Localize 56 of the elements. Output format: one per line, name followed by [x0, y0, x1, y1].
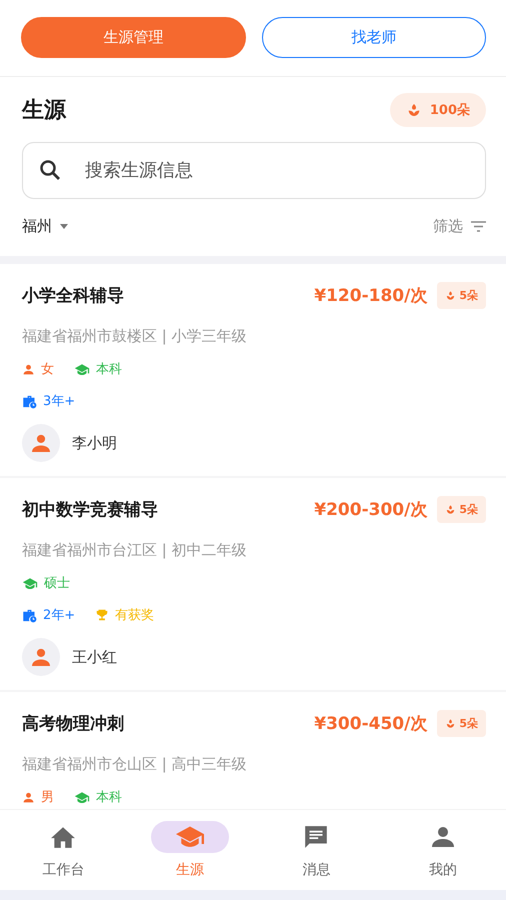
nav-tab[interactable]: 工作台: [0, 810, 126, 890]
graduation-cap-icon: [22, 576, 38, 590]
student-name: 王小红: [72, 648, 117, 666]
person-icon: [22, 790, 35, 804]
tag-text: 有获奖: [115, 607, 154, 624]
flower-cost: 5朵: [459, 716, 478, 731]
graduation-cap-icon: [176, 825, 204, 849]
flower-count: 100朵: [430, 102, 470, 119]
card-title: 初中数学竞赛辅导: [22, 499, 159, 521]
filter-button[interactable]: 筛选: [433, 217, 486, 236]
message-icon: [303, 824, 330, 850]
tag-text: 男: [41, 789, 54, 806]
flower-icon: [445, 504, 456, 515]
student-card[interactable]: 小学全科辅导 ¥120-180/次 5朵 福建省福州市鼓楼区 | 小学三年级 女 本科 3年+ 李小明: [0, 264, 506, 478]
flower-icon: [406, 102, 422, 118]
flower-icon: [445, 290, 456, 301]
filter-icon: [471, 221, 486, 232]
nav-tab[interactable]: 消息: [253, 810, 380, 890]
person-icon: [31, 648, 51, 666]
caret-icon: [60, 224, 68, 229]
card-title: 高考物理冲刺: [22, 713, 125, 735]
city-dropdown[interactable]: 福州: [22, 217, 68, 236]
tab[interactable]: 找老师: [262, 17, 486, 58]
price: ¥300-450/次: [314, 713, 428, 735]
student-name: 李小明: [72, 434, 117, 452]
flower-cost: 5朵: [459, 288, 478, 303]
search-field[interactable]: 搜索生源信息: [22, 142, 486, 199]
home-icon: [50, 825, 76, 849]
tab[interactable]: 生源管理: [21, 17, 246, 58]
search-icon: [38, 158, 62, 182]
location-text: 福建省福州市鼓楼区 | 小学三年级: [22, 327, 248, 346]
card-title: 小学全科辅导: [22, 285, 125, 307]
graduation-cap-icon: [74, 362, 90, 376]
location-text: 福建省福州市仓山区 | 高中三年级: [22, 755, 248, 774]
price: ¥120-180/次: [314, 285, 428, 307]
flower-icon: [445, 718, 456, 729]
briefcase-clock-icon: [22, 394, 37, 408]
tag-text: 本科: [96, 361, 122, 378]
briefcase-clock-icon: [22, 608, 37, 622]
tag-text: 硕士: [44, 575, 70, 592]
graduation-cap-icon: [74, 790, 90, 804]
tag-text: 3年+: [43, 393, 76, 410]
location-text: 福建省福州市台江区 | 初中二年级: [22, 541, 248, 560]
page-title: 生源: [22, 97, 66, 125]
price: ¥200-300/次: [314, 499, 428, 521]
tag-text: 女: [41, 361, 54, 378]
student-card[interactable]: 初中数学竞赛辅导 ¥200-300/次 5朵 福建省福州市台江区 | 初中二年级 硕士 2年+ 有获奖 王小红: [0, 478, 506, 692]
tag-text: 本科: [96, 789, 122, 806]
trophy-icon: [95, 608, 110, 622]
nav-tab[interactable]: 我的: [380, 810, 506, 890]
person-icon: [31, 434, 51, 452]
person-icon: [430, 825, 455, 849]
flower-cost: 5朵: [459, 502, 478, 517]
tag-text: 2年+: [43, 607, 76, 624]
nav-tab[interactable]: 生源: [126, 810, 253, 890]
person-icon: [22, 362, 35, 376]
